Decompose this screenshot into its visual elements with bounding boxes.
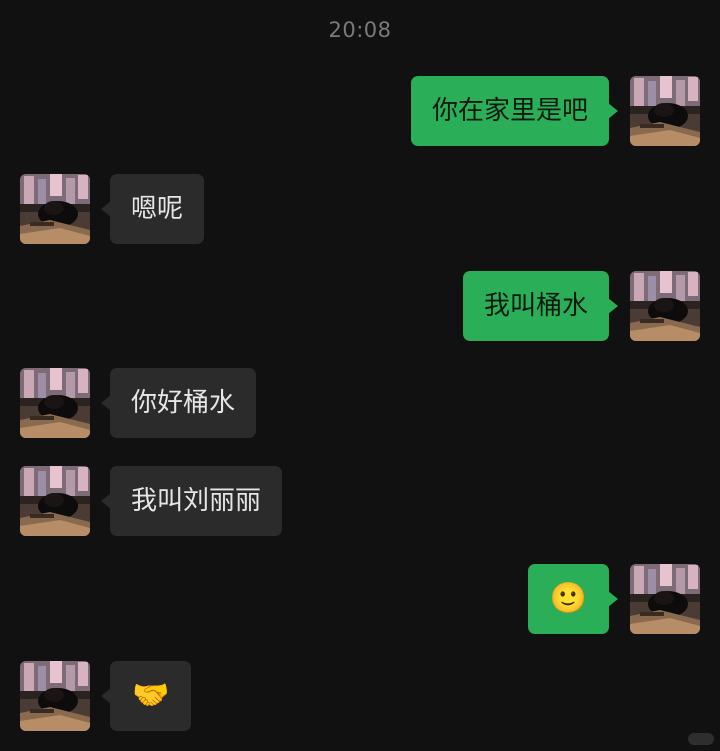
avatar-image bbox=[630, 76, 700, 146]
avatar-image bbox=[630, 564, 700, 634]
message-row-outgoing: 你在家里是吧 bbox=[0, 76, 720, 146]
message-bubble-outgoing[interactable]: 你在家里是吧 bbox=[410, 76, 619, 146]
avatar-contact[interactable] bbox=[20, 368, 90, 438]
avatar-image bbox=[20, 466, 90, 536]
avatar-image bbox=[20, 174, 90, 244]
message-row-incoming: 我叫刘丽丽 bbox=[0, 466, 720, 536]
avatar-self[interactable] bbox=[630, 564, 700, 634]
avatar-image bbox=[20, 661, 90, 731]
message-row-outgoing: 🙂 bbox=[0, 564, 720, 634]
message-row-incoming: 嗯呢 bbox=[0, 174, 720, 244]
message-row-outgoing: 我叫桶水 bbox=[0, 271, 720, 341]
avatar-contact[interactable] bbox=[20, 174, 90, 244]
chat-timestamp: 20:08 bbox=[328, 18, 392, 42]
message-bubble-incoming[interactable]: 嗯呢 bbox=[100, 174, 205, 244]
watermark-icon bbox=[688, 733, 714, 745]
message-bubble-outgoing[interactable]: 我叫桶水 bbox=[462, 271, 619, 341]
smile-emoji-icon[interactable]: 🙂 bbox=[527, 564, 619, 634]
message-bubble-incoming[interactable]: 我叫刘丽丽 bbox=[100, 466, 283, 536]
avatar-self[interactable] bbox=[630, 271, 700, 341]
avatar-image bbox=[630, 271, 700, 341]
message-row-incoming: 你好桶水 bbox=[0, 368, 720, 438]
message-bubble-incoming[interactable]: 你好桶水 bbox=[100, 368, 257, 438]
avatar-contact[interactable] bbox=[20, 466, 90, 536]
message-row-incoming: 🤝 bbox=[0, 661, 720, 731]
avatar-contact[interactable] bbox=[20, 661, 90, 731]
handshake-emoji-icon[interactable]: 🤝 bbox=[100, 661, 192, 731]
avatar-self[interactable] bbox=[630, 76, 700, 146]
avatar-image bbox=[20, 368, 90, 438]
